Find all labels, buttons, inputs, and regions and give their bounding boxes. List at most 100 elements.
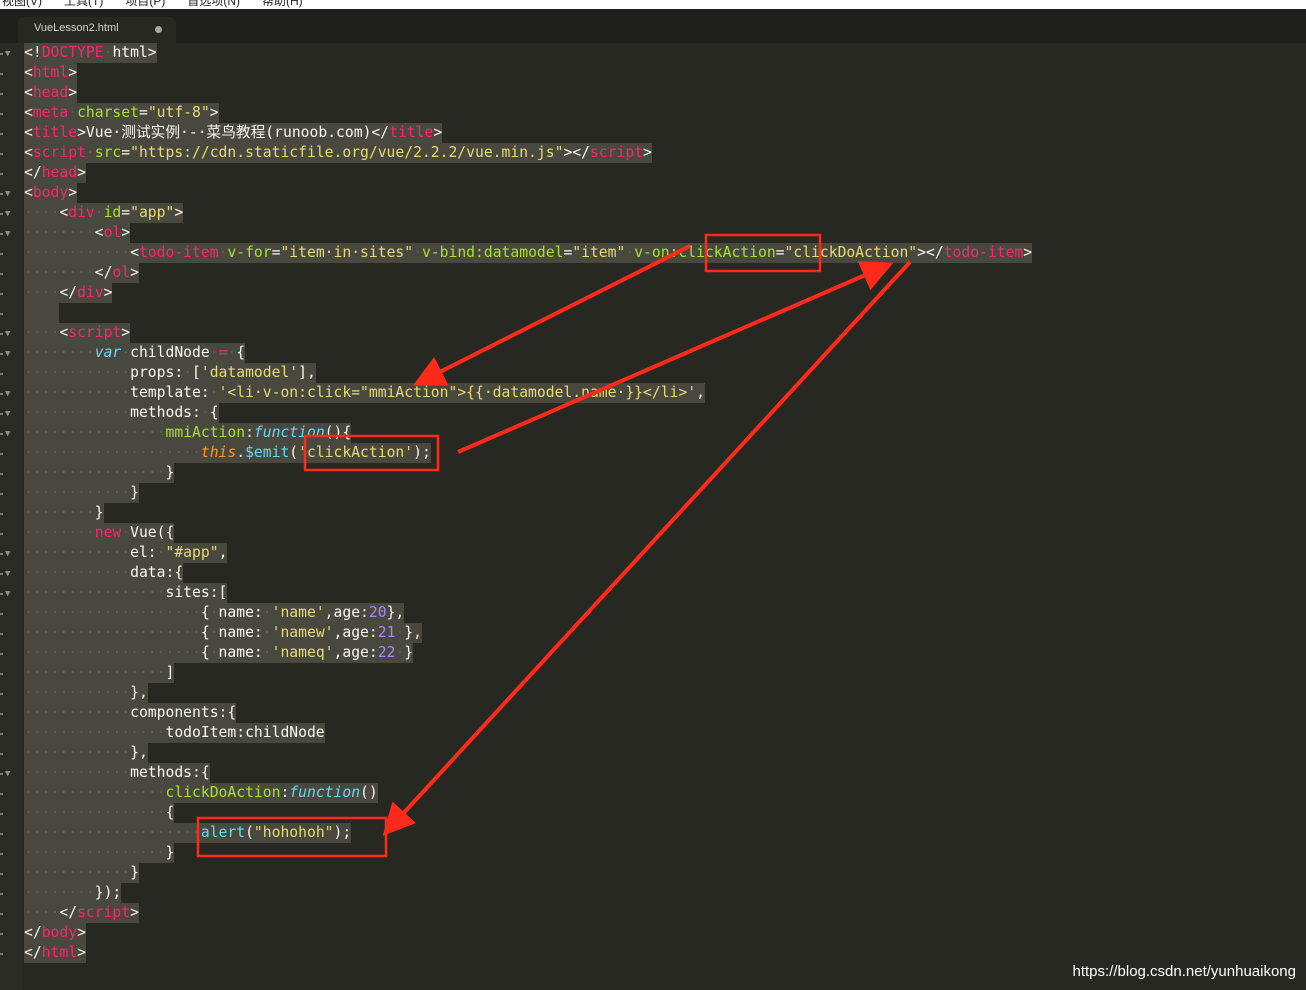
code-line[interactable]: ················{ — [24, 803, 175, 823]
code-line[interactable]: <script·src="https://cdn.staticfile.org/… — [24, 143, 652, 163]
code-line[interactable]: <!DOCTYPE·html> — [24, 43, 157, 63]
code-line[interactable]: ····················{·name:·'namew',age:… — [24, 623, 422, 643]
code-line[interactable]: ············components:{ — [24, 703, 237, 723]
watermark: https://blog.csdn.net/yunhuaikong — [1072, 963, 1297, 980]
code-line[interactable]: ····</div> — [24, 283, 113, 303]
menu-item[interactable]: 项目(P) — [125, 0, 165, 9]
code-line[interactable]: ········</ol> — [24, 263, 139, 283]
code-line[interactable]: ····················{·name:·'nameq',age:… — [24, 643, 414, 663]
fold-arrow-icon[interactable]: ▼ — [5, 209, 10, 219]
code-token: ············ — [24, 764, 131, 781]
line-number-stub — [0, 873, 3, 875]
fold-arrow-icon[interactable]: ▼ — [5, 409, 10, 419]
code-line[interactable]: </html> — [24, 943, 86, 963]
code-line[interactable]: ········}); — [24, 883, 122, 903]
menu-item[interactable]: 帮助(H) — [262, 0, 303, 9]
code-line[interactable] — [24, 303, 60, 323]
line-number-stub — [0, 693, 3, 695]
fold-arrow-icon[interactable]: ▼ — [5, 229, 10, 239]
code-line[interactable]: ················} — [24, 843, 175, 863]
code-line[interactable]: <body> — [24, 183, 78, 203]
code-line[interactable]: ········} — [24, 503, 104, 523]
code-line[interactable]: ········<ol> — [24, 223, 131, 243]
code-token: sites:[ — [165, 584, 228, 601]
unsaved-dot-icon[interactable] — [155, 26, 162, 33]
code-line[interactable]: <meta·charset="utf-8"> — [24, 103, 219, 123]
fold-arrow-icon[interactable]: ▼ — [5, 349, 10, 359]
code-token: meta — [32, 104, 69, 121]
code-token: div — [77, 284, 104, 301]
fold-arrow-icon[interactable]: ▼ — [5, 49, 10, 59]
code-token: todo-item — [138, 244, 219, 261]
fold-arrow-icon[interactable]: ▼ — [5, 189, 10, 199]
code-line[interactable]: <head> — [24, 83, 78, 103]
fold-arrow-icon[interactable]: ▼ — [5, 389, 10, 399]
code-line[interactable]: ············methods:·{ — [24, 403, 219, 423]
code-token: · — [121, 524, 131, 541]
code-line[interactable]: <html> — [24, 63, 78, 83]
code-line[interactable]: ············} — [24, 863, 139, 883]
fold-arrow-icon[interactable]: ▼ — [5, 589, 10, 599]
code-line[interactable]: ············methods:{ — [24, 763, 210, 783]
line-number-stub — [0, 313, 3, 315]
code-line[interactable]: ····················{·name:·'name',age:2… — [24, 603, 405, 623]
code-line[interactable]: </body> — [24, 923, 86, 943]
code-token: ···················· — [24, 604, 201, 621]
code-token: </ — [59, 284, 78, 301]
code-line[interactable]: ············el:·"#app", — [24, 543, 228, 563]
code-line[interactable]: <title>Vue·测试实例·-·菜鸟教程(runoob.com)</titl… — [24, 123, 443, 143]
code-line[interactable]: ····</script> — [24, 903, 139, 923]
code-line[interactable]: ················mmiAction:function(){ — [24, 423, 352, 443]
code-token: < — [24, 104, 33, 121]
code-token: v-for — [227, 244, 272, 261]
code-token: "app" — [130, 204, 175, 221]
code-line[interactable]: ················] — [24, 663, 175, 683]
line-number-stub — [0, 193, 3, 195]
code-token: name: — [218, 644, 263, 661]
code-line[interactable]: ················} — [24, 463, 175, 483]
file-tab[interactable]: VueLesson2.html — [18, 17, 176, 43]
fold-arrow-icon[interactable]: ▼ — [5, 569, 10, 579]
code-token: body — [41, 924, 78, 941]
code-token: $emit — [245, 444, 290, 461]
code-line[interactable]: </head> — [24, 163, 86, 183]
code-line[interactable]: ····<script> — [24, 323, 131, 343]
code-line[interactable]: ····················alert("hohohoh"); — [24, 823, 352, 843]
code-token: > — [121, 224, 131, 241]
menu-item[interactable]: 视图(V) — [2, 0, 42, 9]
fold-arrow-icon[interactable]: ▼ — [5, 769, 10, 779]
code-line[interactable]: ················sites:[ — [24, 583, 228, 603]
line-number-stub — [0, 553, 3, 555]
code-line[interactable]: ············props:·['datamodel'], — [24, 363, 316, 383]
code-line[interactable]: ········var·childNode·=·{ — [24, 343, 246, 363]
code-token: ···· — [24, 324, 60, 341]
code-line[interactable]: ············template:·'<li·v-on:click="m… — [24, 383, 705, 403]
fold-arrow-icon[interactable]: ▼ — [5, 549, 10, 559]
code-token: ················ — [24, 424, 166, 441]
code-token: </ — [94, 264, 113, 281]
code-line[interactable]: ············<todo-item·v-for="item·in·si… — [24, 243, 1033, 263]
code-line[interactable]: ················clickDoAction:function() — [24, 783, 378, 803]
code-line[interactable]: ············}, — [24, 743, 148, 763]
code-token: alert — [200, 824, 246, 841]
code-line[interactable]: ····················this.$emit('clickAct… — [24, 443, 431, 463]
line-number-stub — [0, 593, 3, 595]
menu-item[interactable]: 工具(T) — [64, 0, 103, 9]
code-line[interactable]: ····<div·id="app"> — [24, 203, 184, 223]
fold-arrow-icon[interactable]: ▼ — [5, 329, 10, 339]
code-token: ············ — [24, 744, 131, 761]
code-token: > — [130, 264, 139, 281]
code-line[interactable]: ········new·Vue({ — [24, 523, 175, 543]
code-token: > — [209, 104, 219, 121]
fold-arrow-icon[interactable]: ▼ — [5, 429, 10, 439]
line-number-stub — [0, 173, 3, 175]
code-line[interactable]: ············data:{ — [24, 563, 184, 583]
code-line[interactable]: ············}, — [24, 683, 148, 703]
code-line[interactable]: ············} — [24, 483, 139, 503]
code-token: "hohohoh" — [253, 824, 334, 841]
code-line[interactable]: ················todoItem:childNode — [24, 723, 325, 743]
menu-item[interactable]: 首选项(N) — [187, 0, 240, 9]
code-token: data:{ — [130, 564, 184, 581]
code-token: 'namew' — [271, 624, 334, 641]
code-token: ········ — [24, 504, 95, 521]
